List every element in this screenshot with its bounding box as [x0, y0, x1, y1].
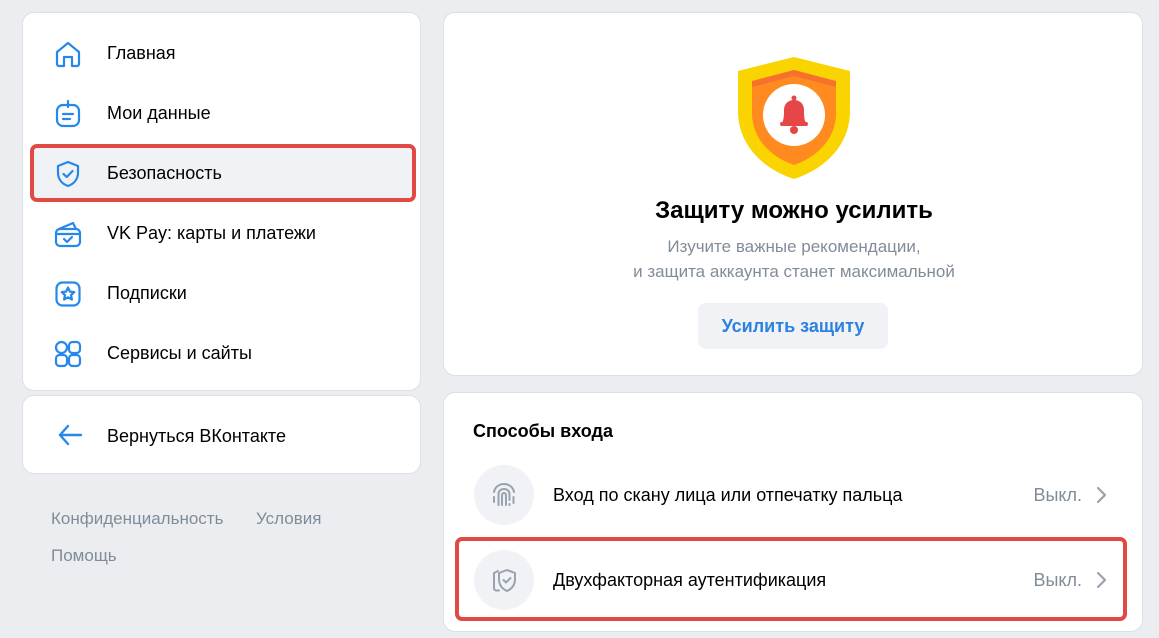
sidebar-item-label: Безопасность	[107, 163, 222, 183]
sidebar-item-label: Мои данные	[107, 103, 211, 123]
strengthen-protection-button[interactable]: Усилить защиту	[698, 303, 888, 349]
sidebar-item-label: Подписки	[107, 283, 187, 303]
sidebar-item-label: Главная	[107, 43, 176, 63]
security-hero-card: Защиту можно усилить Изучите важные реко…	[443, 12, 1143, 376]
shield-bell-icon	[733, 53, 855, 183]
sidebar-item-label: Сервисы и сайты	[107, 343, 252, 363]
shield-check-icon	[53, 159, 83, 189]
help-link[interactable]: Помощь	[51, 546, 117, 566]
sidebar-item-my-data[interactable]: Мои данные	[33, 87, 412, 139]
services-grid-icon	[53, 339, 83, 369]
sidebar-item-subscriptions[interactable]: Подписки	[33, 267, 412, 319]
hero-subtitle-line2: и защита аккаунта станет максимальной	[633, 262, 955, 281]
wallet-icon	[53, 219, 83, 249]
hero-subtitle-line1: Изучите важные рекомендации,	[667, 237, 921, 256]
sidebar-item-label: VK Pay: карты и платежи	[107, 223, 316, 243]
privacy-link[interactable]: Конфиденциальность	[51, 509, 223, 529]
home-icon	[53, 39, 83, 69]
two-factor-label: Двухфакторная аутентификация	[553, 570, 827, 590]
sidebar-item-home[interactable]: Главная	[33, 27, 412, 79]
arrow-left-icon	[55, 420, 85, 450]
phone-shield-icon	[474, 550, 534, 610]
sidebar-item-vk-pay[interactable]: VK Pay: карты и платежи	[33, 207, 412, 259]
sidebar-item-security[interactable]: Безопасность	[33, 147, 412, 199]
chevron-right-icon	[1094, 483, 1108, 507]
sidebar-item-services[interactable]: Сервисы и сайты	[33, 327, 412, 379]
login-methods-card: Способы входа Вход по скану лица или отп…	[443, 392, 1143, 632]
login-row-two-factor[interactable]: Двухфакторная аутентификация Выкл.	[458, 540, 1130, 620]
back-to-vk-label: Вернуться ВКонтакте	[107, 426, 286, 446]
hero-title: Защиту можно усилить	[655, 197, 933, 224]
login-methods-title: Способы входа	[473, 421, 613, 441]
star-icon	[53, 279, 83, 309]
id-card-icon	[53, 99, 83, 129]
fingerprint-icon	[474, 465, 534, 525]
biometric-login-label: Вход по скану лица или отпечатку пальца	[553, 485, 903, 505]
sidebar-nav-card: Главная Мои данные Безопасность VK Pay: …	[22, 12, 421, 391]
terms-link[interactable]: Условия	[256, 509, 321, 529]
login-row-biometric[interactable]: Вход по скану лица или отпечатку пальца …	[458, 455, 1130, 535]
back-to-vk-card[interactable]: Вернуться ВКонтакте	[22, 395, 421, 474]
chevron-right-icon	[1094, 568, 1108, 592]
two-factor-status: Выкл.	[1033, 570, 1082, 590]
biometric-status: Выкл.	[1033, 485, 1082, 505]
